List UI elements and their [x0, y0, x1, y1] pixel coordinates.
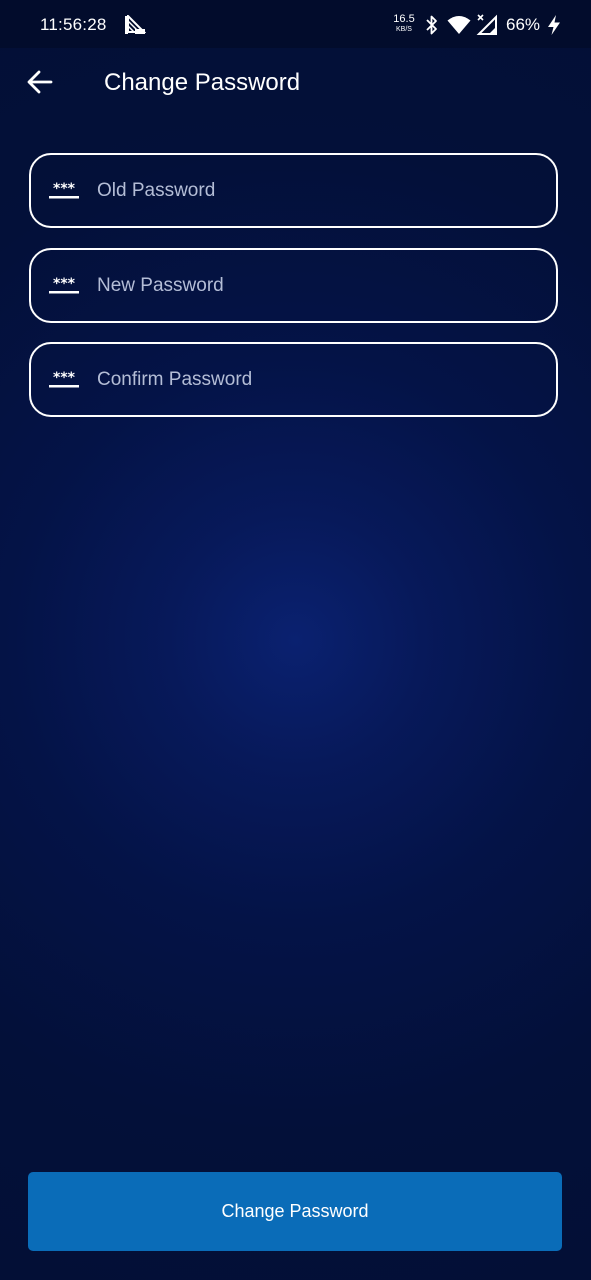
network-speed-value: 16.5 — [393, 13, 415, 25]
battery-percentage: 66% — [506, 15, 541, 34]
svg-text:***: *** — [53, 276, 76, 292]
network-speed-unit: KB/S — [396, 26, 412, 33]
app-bar: Change Password — [0, 48, 591, 120]
network-speed: 16.5 KB/S — [392, 13, 416, 34]
page-title: Change Password — [104, 69, 301, 96]
old-password-input[interactable] — [97, 155, 537, 226]
svg-text:***: *** — [53, 370, 76, 386]
wifi-icon — [447, 16, 471, 34]
password-dots-icon: *** — [49, 181, 79, 199]
notification-icon — [125, 15, 146, 34]
new-password-input[interactable] — [97, 250, 537, 321]
svg-text:***: *** — [53, 181, 76, 197]
old-password-field[interactable]: *** — [29, 153, 558, 228]
arrow-left-icon — [27, 70, 53, 94]
change-password-button[interactable]: Change Password — [28, 1172, 562, 1251]
password-dots-icon: *** — [49, 370, 79, 388]
signal-icon — [476, 14, 497, 35]
status-time: 11:56:28 — [40, 15, 107, 34]
password-dots-icon: *** — [49, 276, 79, 294]
status-bar: 11:56:28 16.5 KB/S 66% — [0, 0, 591, 48]
confirm-password-input[interactable] — [97, 344, 537, 415]
new-password-field[interactable]: *** — [29, 248, 558, 323]
charging-icon — [548, 15, 560, 35]
bluetooth-icon — [426, 15, 437, 35]
back-button[interactable] — [22, 64, 58, 100]
confirm-password-field[interactable]: *** — [29, 342, 558, 417]
